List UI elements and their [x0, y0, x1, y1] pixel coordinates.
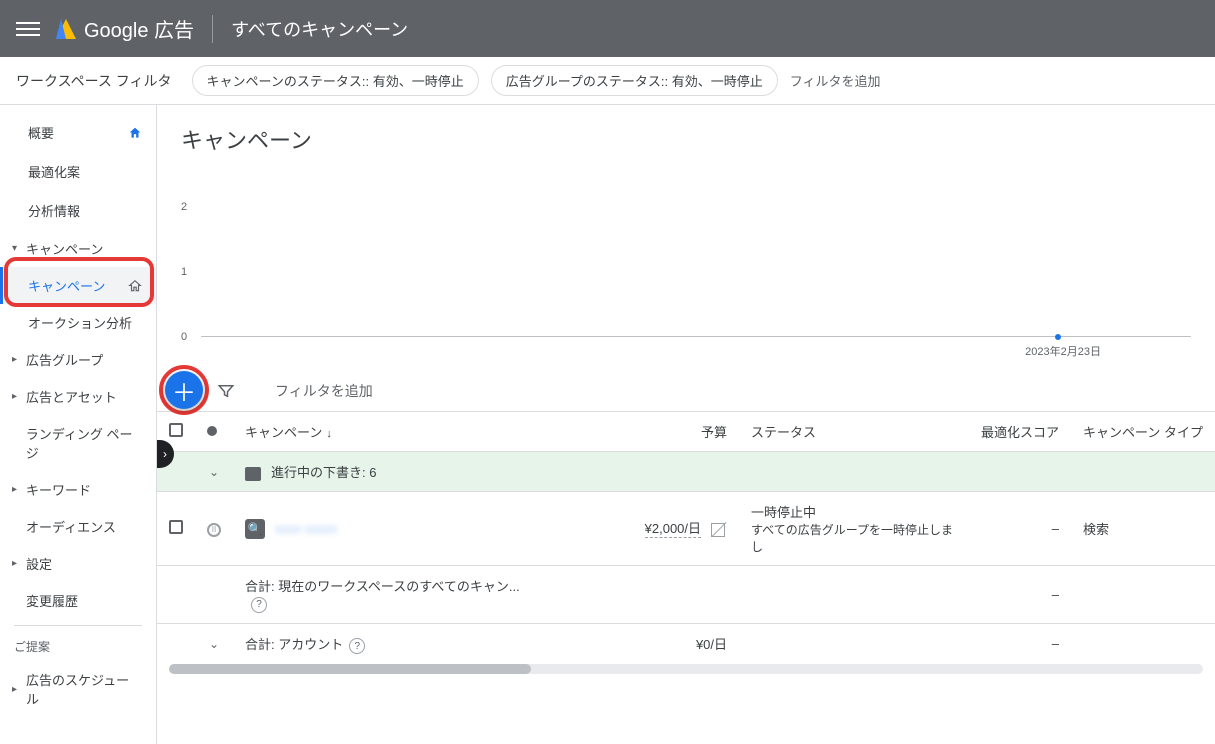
chart-baseline [201, 336, 1191, 337]
col-budget[interactable]: 予算 [539, 412, 739, 452]
sidebar-group-settings[interactable]: ▸設定 [0, 545, 156, 582]
new-campaign-fab[interactable]: ＋ [165, 371, 203, 409]
chevron-down-icon[interactable]: ⌄ [195, 623, 233, 664]
sidebar-item-auction[interactable]: オークション分析 [0, 304, 156, 341]
row-checkbox[interactable] [169, 520, 183, 534]
header-page-title: すべてのキャンペーン [231, 16, 408, 42]
chart-data-point [1055, 334, 1061, 340]
filter-chip-adgroup-status[interactable]: 広告グループのステータス:: 有効、一時停止 [491, 65, 778, 96]
filter-label: ワークスペース フィルタ [16, 71, 172, 91]
table-total-row-workspace: 合計: 現在のワークスペースのすべてのキャン...? – [157, 566, 1215, 624]
horizontal-scrollbar[interactable] [169, 664, 1203, 674]
campaigns-table: キャンペーン↓ 予算 ステータス 最適化スコア キャンペーン タイプ ⌄ 進行中… [157, 411, 1215, 664]
no-image-icon [709, 521, 727, 539]
hamburger-menu-icon[interactable] [16, 17, 40, 41]
table-total-row-account: ⌄ 合計: アカウント? ¥0/日 – [157, 623, 1215, 664]
main-panel: › キャンペーン 2 1 0 2023年2月23日 ＋ フィルタを追加 キャンペ… [157, 105, 1215, 744]
sidebar-label: 概要 [28, 123, 54, 142]
sidebar-group-campaigns[interactable]: ▾ キャンペーン [0, 230, 156, 267]
caret-right-icon: ▸ [12, 484, 20, 495]
sidebar-item-audience[interactable]: ▸オーディエンス [0, 508, 156, 545]
budget-total: ¥0/日 [539, 623, 739, 664]
caret-right-icon: ▸ [12, 391, 20, 402]
help-icon[interactable]: ? [349, 638, 365, 654]
opt-score-cell: – [969, 492, 1071, 566]
caret-right-icon: ▸ [12, 684, 20, 695]
type-cell: 検索 [1071, 492, 1215, 566]
sidebar-section-suggestions: ご提案 [0, 632, 156, 661]
col-campaign[interactable]: キャンペーン↓ [233, 412, 539, 452]
caret-down-icon: ▾ [12, 243, 20, 254]
sidebar-item-campaigns[interactable]: キャンペーン [0, 267, 156, 304]
table-filter-bar: フィルタを追加 [157, 371, 1215, 411]
chart-date-label: 2023年2月23日 [1025, 343, 1101, 359]
y-axis-tick: 0 [181, 331, 187, 343]
home-icon [128, 279, 142, 293]
sidebar-group-ads-assets[interactable]: ▸広告とアセット [0, 378, 156, 415]
filter-funnel-icon[interactable] [217, 382, 235, 400]
status-cell: 一時停止中 すべての広告グループを一時停止しまし [739, 492, 969, 566]
performance-chart: 2 1 0 2023年2月23日 [181, 161, 1191, 361]
status-header-icon[interactable] [207, 426, 217, 436]
folder-icon [245, 467, 261, 481]
col-type[interactable]: キャンペーン タイプ [1071, 412, 1215, 452]
caret-right-icon: ▸ [12, 354, 20, 365]
page-title: キャンペーン [157, 105, 1215, 161]
budget-value[interactable]: ¥2,000/日 [645, 521, 701, 538]
y-axis-tick: 2 [181, 201, 187, 213]
sort-desc-icon: ↓ [326, 428, 332, 440]
fab-highlight-annotation: ＋ [159, 365, 209, 415]
paused-status-icon[interactable]: II [207, 523, 221, 537]
chevron-down-icon[interactable]: ⌄ [195, 452, 233, 492]
sidebar-item-insights[interactable]: 分析情報 [0, 191, 156, 230]
y-axis-tick: 1 [181, 266, 187, 278]
sidebar-item-ad-schedule[interactable]: ▸広告のスケジュール [0, 661, 156, 717]
brand-text: Google 広告 [84, 14, 194, 43]
sidebar-item-optimize[interactable]: 最適化案 [0, 152, 156, 191]
scrollbar-thumb[interactable] [169, 664, 531, 674]
search-campaign-icon: 🔍 [245, 519, 265, 539]
add-filter-link[interactable]: フィルタを追加 [790, 71, 881, 90]
help-icon[interactable]: ? [251, 597, 267, 613]
sidebar-group-keywords[interactable]: ▸キーワード [0, 471, 156, 508]
select-all-checkbox[interactable] [169, 423, 183, 437]
sidebar-group-adgroups[interactable]: ▸広告グループ [0, 341, 156, 378]
table-group-row-drafts[interactable]: ⌄ 進行中の下書き: 6 [157, 452, 1215, 492]
table-row: II 🔍 xxxx xxxxx ¥2,000/日 一時停止中 すべての広告グループ… [157, 492, 1215, 566]
campaign-name-link[interactable]: xxxx xxxxx [275, 521, 337, 536]
app-header: Google 広告 すべてのキャンペーン [0, 0, 1215, 57]
col-opt-score[interactable]: 最適化スコア [969, 412, 1071, 452]
table-header-row: キャンペーン↓ 予算 ステータス 最適化スコア キャンペーン タイプ [157, 412, 1215, 452]
table-add-filter[interactable]: フィルタを追加 [275, 381, 373, 401]
filter-chip-campaign-status[interactable]: キャンペーンのステータス:: 有効、一時停止 [192, 65, 479, 96]
divider [212, 15, 213, 43]
workspace-filter-bar: ワークスペース フィルタ キャンペーンのステータス:: 有効、一時停止 広告グル… [0, 57, 1215, 105]
home-icon [128, 126, 142, 140]
google-ads-logo-icon [56, 19, 76, 39]
separator [14, 625, 142, 626]
sidebar-item-landing[interactable]: ▸ランディング ページ [0, 415, 156, 471]
caret-right-icon: ▸ [12, 558, 20, 569]
left-sidebar: 概要 最適化案 分析情報 ▾ キャンペーン キャンペーン オークション分析 ▸広… [0, 105, 157, 744]
sidebar-item-overview[interactable]: 概要 [0, 113, 156, 152]
sidebar-item-history[interactable]: ▸変更履歴 [0, 582, 156, 619]
brand-logo[interactable]: Google 広告 [56, 14, 194, 43]
col-status[interactable]: ステータス [739, 412, 969, 452]
